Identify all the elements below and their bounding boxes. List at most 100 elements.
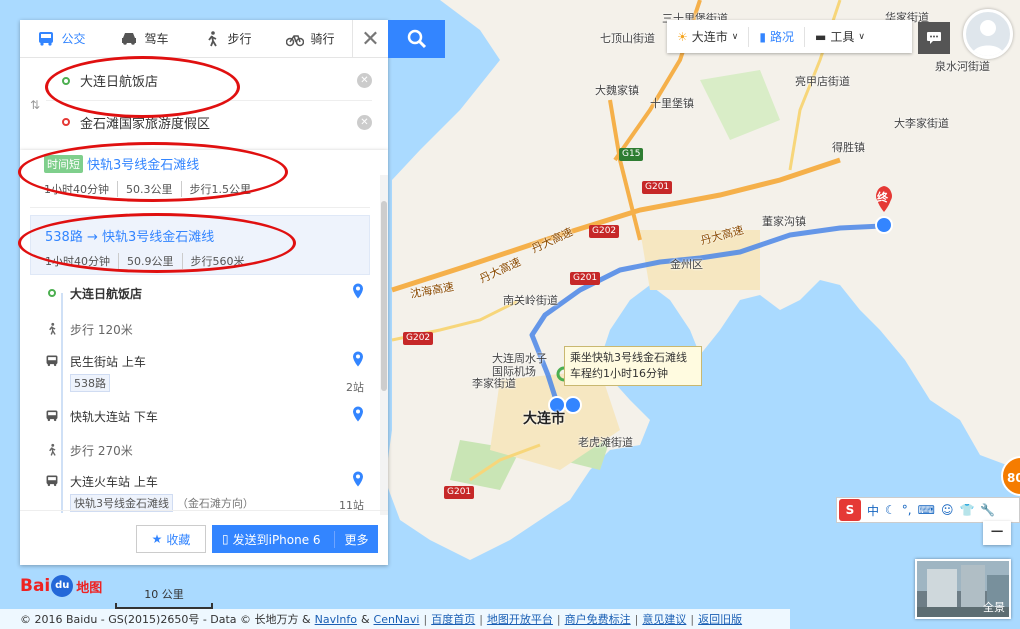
road-sign: G202 [589, 225, 620, 238]
result-actions: ★ 收藏 ▯ 发送到iPhone 6 更多 [20, 510, 388, 565]
step-walk: 步行 120米 [30, 311, 370, 347]
copyright-text: © 2016 Baidu - GS(2015)2650号 - Data © 长地… [20, 613, 311, 626]
step-alight[interactable]: 快轨大连站 下车 [30, 403, 370, 429]
step-text: 步行 270米 [70, 443, 133, 458]
scrollbar-thumb[interactable] [381, 201, 387, 391]
shirt-icon: 👕 [959, 503, 975, 517]
bus-icon [44, 473, 60, 489]
map-label: 七顶山街道 [600, 32, 655, 45]
location-pin-icon[interactable] [352, 351, 364, 371]
footer-link[interactable]: 意见建议 [642, 611, 686, 627]
tools-button[interactable]: ▬ 工具 ∨ [805, 27, 875, 47]
separator: | [634, 612, 639, 626]
step-start[interactable]: 大连日航饭店 [30, 275, 370, 311]
street-view-thumbnail[interactable]: 全景 [915, 559, 1011, 619]
step-bus[interactable]: 民生街站 上车 538路 2站 [30, 347, 370, 403]
ime-mode[interactable]: 中 [867, 502, 879, 519]
user-icon [972, 20, 1004, 56]
avatar[interactable] [963, 9, 1013, 59]
scrollbar[interactable] [380, 175, 388, 515]
search-button[interactable] [388, 20, 445, 58]
walk-icon [44, 442, 60, 458]
location-pin-icon[interactable] [352, 283, 364, 303]
chevron-down-icon: ∨ [731, 31, 739, 42]
route-steps: 大连日航饭店 步行 120米 民生街站 上车 538路 2站 快轨大连站 下车 … [30, 275, 370, 521]
map-label: 亮甲店街道 [795, 75, 850, 88]
stop-count: 2站 [346, 381, 364, 394]
bus-icon [44, 408, 60, 424]
wrench-icon[interactable]: 🔧 [980, 503, 995, 517]
message-button[interactable] [918, 22, 950, 54]
punctuation-icon: °, [901, 503, 912, 517]
step-text: 大连日航饭店 [70, 286, 143, 301]
favorite-button[interactable]: ★ 收藏 [136, 525, 206, 553]
send-to-phone-button[interactable]: ▯ 发送到iPhone 6 更多 [212, 525, 378, 553]
cennavi-link[interactable]: CenNavi [374, 613, 420, 626]
tab-label: 公交 [61, 32, 86, 46]
tab-walk[interactable]: 步行 [186, 20, 269, 57]
line-badge: 538路 [70, 374, 110, 392]
phone-icon: ▯ [222, 532, 229, 546]
tools-label: 工具 [830, 30, 855, 44]
map-label: 大连市 [523, 411, 565, 427]
footer-link[interactable]: 返回旧版 [698, 611, 742, 627]
road-sign: G201 [444, 486, 475, 499]
keyboard-icon[interactable]: ⌨ [918, 503, 935, 517]
separator: | [690, 612, 695, 626]
tab-bus[interactable]: 公交 [20, 20, 103, 57]
footer-link[interactable]: 商户免费标注 [565, 611, 631, 627]
location-pin-icon[interactable] [352, 471, 364, 491]
annotation-oval [18, 213, 296, 273]
step-text: 快轨大连站 下车 [70, 409, 158, 424]
chat-icon [927, 32, 941, 44]
favorite-label: 收藏 [166, 532, 191, 547]
traffic-label: 路况 [769, 30, 794, 44]
city-selector[interactable]: ☀ 大连市 ∨ [667, 26, 750, 47]
tab-drive[interactable]: 驾车 [103, 20, 186, 57]
tab-bike[interactable]: 骑行 [269, 20, 352, 57]
sun-icon: ☀ [677, 29, 688, 44]
navinfo-link[interactable]: NavInfo [315, 613, 357, 626]
map-label: 金州区 [670, 258, 703, 271]
swap-icon[interactable]: ⇅ [30, 98, 40, 112]
copyright-bar: © 2016 Baidu - GS(2015)2650号 - Data © 长地… [0, 609, 790, 629]
moon-icon: ☾ [885, 503, 896, 517]
bus-icon [39, 31, 54, 46]
footer-link[interactable]: 百度首页 [431, 611, 475, 627]
map-toolbar: ☀ 大连市 ∨ ▮ 路况 ▬ 工具 ∨ [667, 20, 912, 53]
zoom-out-button[interactable]: − [983, 521, 1011, 545]
scale-label: 10 公里 [144, 588, 184, 601]
bus-icon [44, 353, 60, 369]
clear-icon[interactable]: ✕ [357, 73, 372, 88]
callout-line: 车程约1小时16分钟 [570, 367, 668, 380]
bike-icon [286, 34, 305, 46]
map-label: 董家沟镇 [762, 215, 806, 228]
direction-text: （金石滩方向） [176, 497, 254, 510]
map-label: 十里堡镇 [650, 97, 694, 110]
tab-label: 骑行 [310, 32, 335, 46]
step-text: 步行 120米 [70, 322, 133, 337]
paw-icon: du [51, 575, 74, 597]
route-callout: 乘坐快轨3号线金石滩线 车程约1小时16分钟 [564, 346, 702, 386]
more-button[interactable]: 更多 [334, 530, 378, 548]
location-pin-icon[interactable] [352, 406, 364, 426]
search-icon [407, 29, 426, 49]
baidu-map-logo[interactable]: Bai du 地图 [20, 575, 102, 597]
route-results: 时间短 快轨3号线金石滩线 1小时40分钟 50.3公里 步行1.5公里 538… [20, 150, 388, 565]
annotation-oval [45, 56, 240, 118]
tab-label: 驾车 [144, 32, 169, 46]
traffic-button[interactable]: ▮ 路况 [749, 26, 805, 47]
close-icon[interactable]: ✕ [352, 20, 388, 58]
map-label: 大魏家镇 [595, 84, 639, 97]
user-icon: ☺ [940, 503, 954, 517]
separator: | [556, 612, 561, 626]
footer-link[interactable]: 地图开放平台 [487, 611, 553, 627]
clear-icon[interactable]: ✕ [357, 114, 372, 130]
walk-icon [208, 30, 218, 46]
traffic-icon: ▮ [759, 29, 766, 44]
map-label: 南关岭街道 [503, 294, 558, 307]
ime-toolbar: S 中 ☾ °, ⌨ ☺ 👕 🔧 [836, 497, 1020, 523]
chevron-down-icon: ∨ [858, 31, 865, 42]
city-label: 大连市 [691, 30, 728, 44]
car-icon [122, 32, 137, 45]
